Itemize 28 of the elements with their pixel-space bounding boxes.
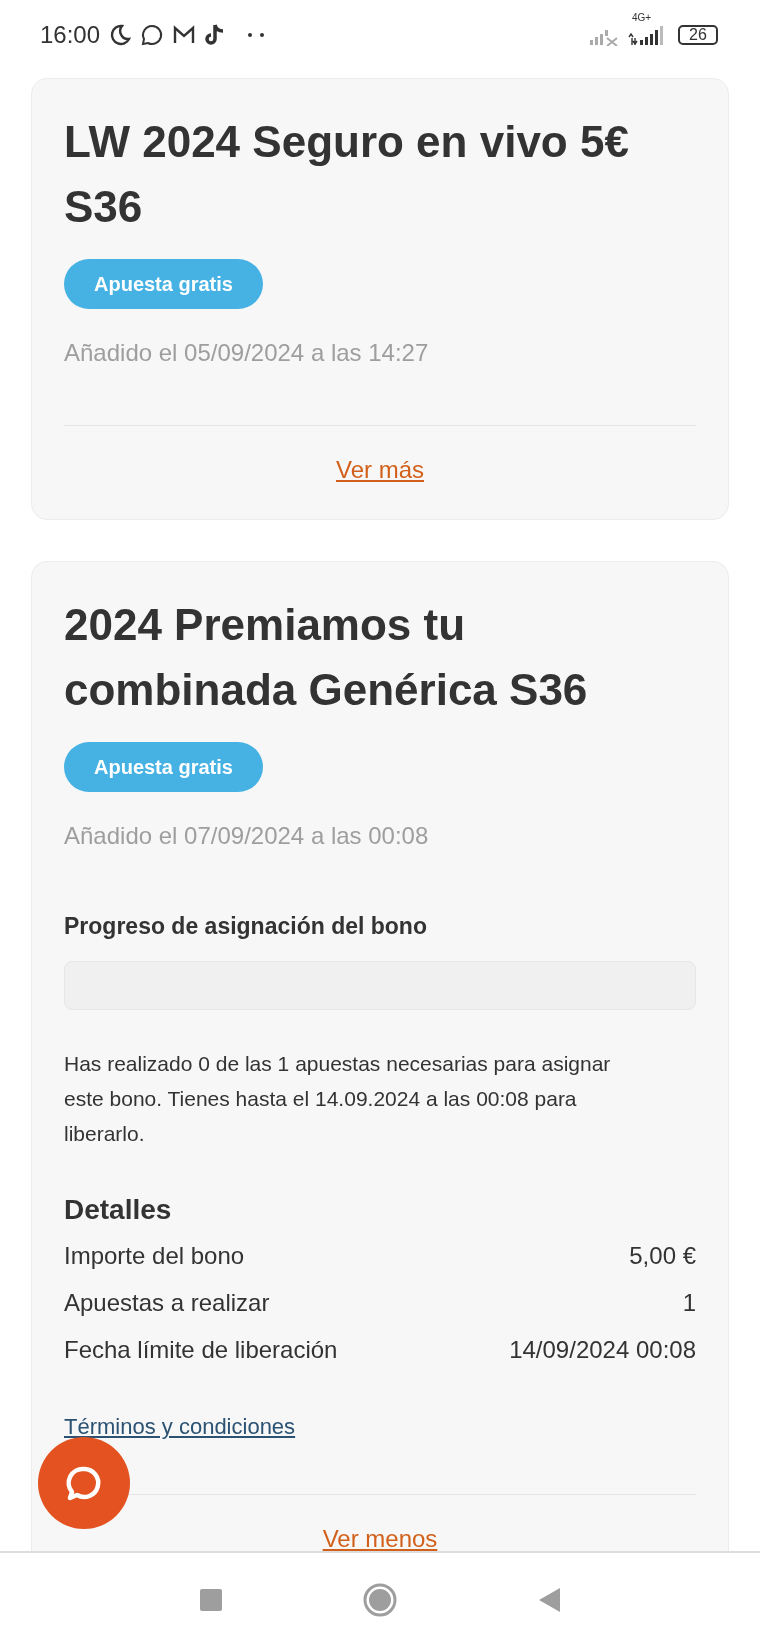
recent-apps-icon[interactable] <box>199 1588 223 1612</box>
added-date: Añadido el 05/09/2024 a las 14:27 <box>64 338 430 368</box>
detail-value: 5,00 € <box>629 1241 696 1271</box>
more-dots-icon <box>246 32 267 38</box>
detail-label: Importe del bono <box>64 1241 245 1271</box>
terms-link[interactable]: Términos y condiciones <box>64 1411 296 1443</box>
toggle-details-link[interactable]: Ver menos <box>322 1525 438 1551</box>
bonus-type-tag: Apuesta gratis <box>64 259 263 309</box>
toggle-details-link[interactable]: Ver más <box>336 456 424 484</box>
status-time: 16:00 <box>40 21 101 49</box>
progress-message: Has realizado 0 de las 1 apuestas necesarias para asignar este bono. Tienes hasta el 14.09.2024 a las 00:08 para liberarlo. <box>64 1051 612 1147</box>
bonus-title: 2024 Premiamos tu combinada Genérica S36 <box>64 599 589 716</box>
progress-label: Progreso de asignación del bono <box>64 912 428 941</box>
back-icon[interactable] <box>537 1587 561 1613</box>
battery-level: 26 <box>678 25 718 45</box>
bonus-type-tag: Apuesta gratis <box>64 742 263 792</box>
detail-label: Fecha límite de liberación <box>64 1335 338 1365</box>
moon-icon <box>108 23 133 47</box>
mail-icon <box>172 24 197 46</box>
bonus-title: LW 2024 Seguro en vivo 5€ S36 <box>64 116 630 233</box>
detail-label: Apuestas a realizar <box>64 1288 270 1318</box>
detail-value: 1 <box>682 1288 696 1318</box>
added-date: Añadido el 07/09/2024 a las 00:08 <box>64 821 430 851</box>
details-heading: Detalles <box>64 1193 173 1227</box>
chat-bubble-icon <box>140 23 165 47</box>
network-type-label: 4G+ <box>632 12 652 23</box>
home-icon[interactable] <box>363 1583 397 1617</box>
detail-value: 14/09/2024 00:08 <box>509 1335 696 1365</box>
